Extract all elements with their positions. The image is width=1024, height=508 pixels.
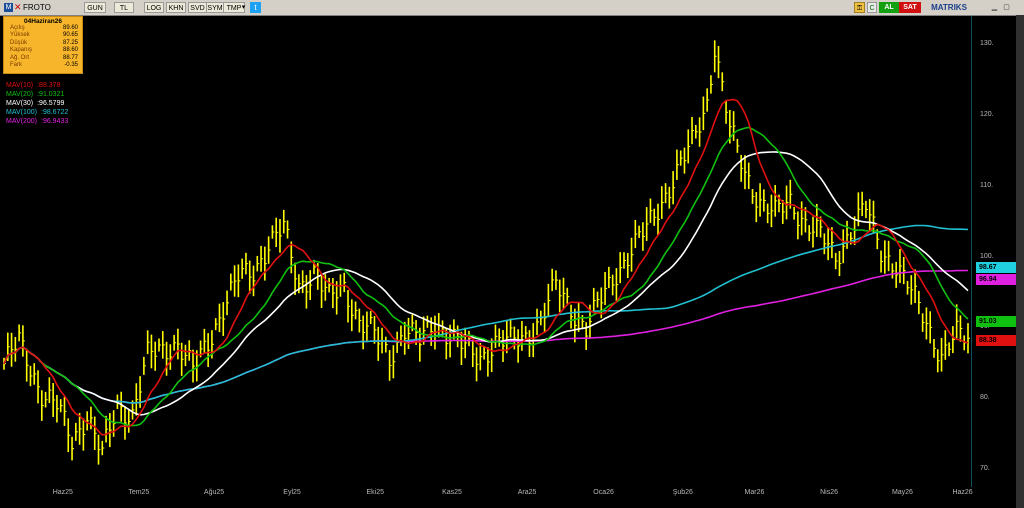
price-chart[interactable] [0, 15, 972, 487]
x-tick-label: Ara25 [517, 489, 537, 496]
legend-mav20[interactable]: MAV(20):91.0321 [6, 90, 68, 99]
svd-button[interactable]: SVD [188, 2, 207, 13]
close-symbol-icon[interactable]: ✕ [14, 3, 23, 12]
x-tick-label: Haz26 [952, 489, 973, 496]
x-tick-label: Eki25 [366, 489, 384, 496]
log-scale-button[interactable]: LOG [144, 2, 164, 13]
value-tag: 96.94 [976, 274, 1016, 286]
y-tick-label: 80. [980, 394, 990, 402]
y-tick-label: 100. [980, 252, 994, 260]
y-tick-label: 120. [980, 110, 994, 118]
minimize-icon[interactable]: ▁ [990, 2, 999, 13]
x-tick-label: Oca26 [593, 489, 614, 496]
y-tick-label: 130. [980, 40, 994, 47]
toolbar: M ✕FROTO GUN TL LOG KHN SVD SYM TMP ▾ t ⚿… [0, 0, 1024, 16]
brand-logo: MATRIKS [931, 3, 967, 12]
sell-button[interactable]: SAT [899, 2, 921, 13]
indicator-legend: MAV(10):88.378 MAV(20):91.0321 MAV(30):9… [6, 81, 68, 126]
symbol-label: FROTO [23, 3, 51, 12]
info-row-close: Kapanış 88.60 [10, 47, 78, 54]
info-date: 04Haziran26 [24, 18, 62, 25]
vertical-scrollbar[interactable] [1016, 15, 1024, 508]
x-tick-label: Mar26 [744, 489, 765, 496]
value-tag: 98.67 [976, 261, 1016, 273]
x-tick-label: Haz25 [52, 489, 73, 496]
info-row-wavg: Ağ. Ort 88.77 [10, 54, 78, 61]
symbol-selector[interactable]: M ✕FROTO [4, 1, 51, 14]
x-tick-label: Ağu25 [203, 489, 225, 496]
lock-icon[interactable]: ⚿ [854, 2, 865, 13]
info-row-open: Açılış 89.60 [10, 25, 78, 31]
period-button[interactable]: GUN [84, 2, 106, 13]
x-tick-label: May26 [891, 489, 913, 496]
app-logo-icon: M [4, 3, 13, 13]
series-line-mav200 [3, 269, 968, 404]
series-line-mav10 [3, 98, 969, 436]
twitter-icon[interactable]: t [250, 2, 261, 13]
info-row-high: Yüksek 90.65 [10, 32, 78, 39]
info-row-change: Fark -0.35 [10, 62, 78, 69]
sym-button[interactable]: SYM [206, 2, 224, 13]
maximize-icon[interactable]: ▢ [1002, 2, 1011, 13]
y-tick-label: 70. [980, 465, 990, 472]
value-tag: 91.03 [976, 316, 1016, 328]
legend-mav200[interactable]: MAV(200):96.9433 [6, 117, 68, 126]
legend-mav30[interactable]: MAV(30):96.5799 [6, 99, 68, 108]
ohlc-info-box: 04Haziran26 Açılış 89.60 Yüksek 90.65 Düşü… [3, 16, 83, 74]
currency-button[interactable]: TL [114, 2, 134, 13]
series-line-mav30 [3, 151, 969, 416]
legend-mav100[interactable]: MAV(100):98.6722 [6, 108, 68, 117]
series-line-mav20 [3, 126, 969, 427]
info-row-low: Düşük 87.25 [10, 39, 78, 46]
x-tick-label: Şub26 [672, 489, 693, 496]
x-tick-label: Kas25 [442, 489, 462, 496]
value-tag: 88.38 [976, 334, 1016, 346]
series-line-mav100 [3, 224, 969, 404]
x-axis: Haz25 Tem25 Ağu25 Eyl25 Eki25 Kas25 Ara25 Oca26… [0, 487, 973, 508]
buy-button[interactable]: AL [879, 2, 899, 13]
y-tick-label: 110. [980, 181, 994, 189]
x-tick-label: Nis26 [820, 489, 839, 496]
price-bars [3, 40, 970, 465]
x-tick-label: Eyl25 [283, 489, 301, 496]
khn-button[interactable]: KHN [166, 2, 186, 13]
c-button[interactable]: C [867, 2, 877, 13]
legend-mav10[interactable]: MAV(10):88.378 [6, 81, 68, 90]
x-tick-label: Tem25 [128, 489, 150, 496]
template-dropdown-icon[interactable]: ▾ [239, 2, 248, 13]
